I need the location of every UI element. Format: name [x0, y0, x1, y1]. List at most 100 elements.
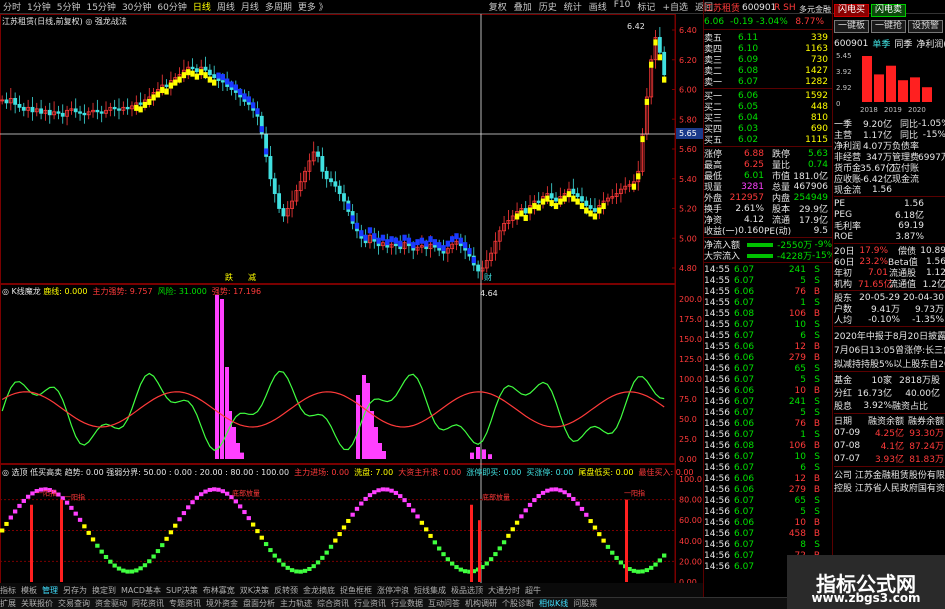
period-tab-0[interactable]: 分时: [3, 0, 21, 13]
indicator-tab-14[interactable]: 极品选顶: [451, 585, 483, 596]
period-tab-8[interactable]: 月线: [241, 0, 259, 13]
bottom-step-line: [263, 542, 269, 547]
indicator-tab-0[interactable]: 指标: [0, 585, 16, 596]
period-tab-1[interactable]: 1分钟: [27, 0, 51, 13]
trend-ribbon: [519, 210, 524, 217]
trade-button-3[interactable]: 一键抢: [871, 19, 907, 33]
finance-tab-1[interactable]: 同季: [894, 38, 912, 49]
bottom-tab-15[interactable]: 相似K线: [539, 598, 568, 609]
trade-button-1[interactable]: 闪电卖: [871, 3, 907, 17]
candle-body: [333, 181, 338, 187]
period-tab-5[interactable]: 60分钟: [157, 0, 186, 13]
indicator-tab-16[interactable]: 超牛: [525, 585, 541, 596]
bottom-tab-5[interactable]: 专题资讯: [169, 598, 201, 609]
indicator-tab-8[interactable]: 双K决策: [240, 585, 269, 596]
chart-canvas[interactable]: 6.40 6.20 6.00 5.80 5.60 5.40 5.20 5.00 4.80 6.42…: [0, 14, 703, 597]
ask-row-4[interactable]: 卖一 6.07 1282: [704, 76, 832, 88]
indicator-tab-13[interactable]: 短线集成: [414, 585, 446, 596]
indicator-tab-6[interactable]: SUP决策: [166, 585, 198, 596]
news-row-1[interactable]: 7月06日13:05曾涨停:长三角,多: [834, 342, 945, 356]
candle-body: [112, 106, 117, 110]
trade-button-0[interactable]: 闪电买: [834, 3, 870, 17]
bottom-step-line: [588, 519, 593, 524]
bottom-tab-10[interactable]: 行业资讯: [354, 598, 386, 609]
indicator-tab-9[interactable]: 反转颈: [274, 585, 298, 596]
trade-button-4[interactable]: 设预警: [908, 19, 944, 33]
period-tab-3[interactable]: 15分钟: [86, 0, 115, 13]
ask-row-0[interactable]: 卖五 6.11 339: [704, 32, 832, 44]
stock-code: 600901: [742, 2, 777, 13]
bottom-tab-3[interactable]: 资金驱动: [95, 598, 127, 609]
bottom-tab-4[interactable]: 同花资讯: [132, 598, 164, 609]
main-indicator-name[interactable]: ◎ 强龙战法: [85, 17, 127, 26]
bottom-tab-11[interactable]: 行业数据: [391, 598, 423, 609]
bottom-tab-1[interactable]: 关联报价: [21, 598, 53, 609]
bottom-tab-14[interactable]: 个股诊断: [502, 598, 534, 609]
indicator-tab-4[interactable]: 换定到: [92, 585, 116, 596]
finance-tab-2[interactable]: 净利润(亿): [916, 38, 945, 49]
bottom-tab-0[interactable]: 扩展: [0, 598, 16, 609]
flow-label: 大宗流入: [704, 252, 741, 261]
bottom-step-line: [579, 506, 585, 511]
bid-row-3[interactable]: 买四 6.03 690: [704, 123, 832, 135]
bid-row-1[interactable]: 买二 6.05 448: [704, 101, 832, 113]
toolbar-action-3[interactable]: 统计: [564, 0, 582, 13]
finance-tab-0[interactable]: 单季: [872, 38, 890, 49]
bid-row-4[interactable]: 买五 6.02 1115: [704, 134, 832, 146]
divider: [834, 326, 945, 327]
chart-area[interactable]: 6.40 6.20 6.00 5.80 5.60 5.40 5.20 5.00 4.80 6.42…: [0, 14, 703, 597]
candle-body: [212, 74, 217, 78]
toolbar-action-0[interactable]: 复权: [489, 0, 507, 13]
bottom-tab-6[interactable]: 境外资金: [206, 598, 238, 609]
bottom-tab-9[interactable]: 综合资讯: [317, 598, 349, 609]
toolbar-action-1[interactable]: 叠加: [514, 0, 532, 13]
price-change: -0.19: [730, 16, 754, 27]
bid-row-2[interactable]: 买三 6.04 810: [704, 112, 832, 124]
tick-row-8: 14:56 6.06 279 B: [704, 352, 832, 363]
ask-row-2[interactable]: 卖三 6.09 730: [704, 54, 832, 66]
indicator-tab-10[interactable]: 金龙摘底: [303, 585, 335, 596]
period-tab-2[interactable]: 5分钟: [57, 0, 81, 13]
indicator-tab-15[interactable]: 大通分时: [488, 585, 520, 596]
sector-link[interactable]: 多元金融: [799, 4, 831, 15]
period-tab-10[interactable]: 更多 》: [298, 0, 328, 13]
toolbar-action-2[interactable]: 历史: [539, 0, 557, 13]
perf-value: 1.2亿: [922, 280, 945, 289]
finance-label: 同比: [899, 131, 918, 140]
finance-value: -6.42亿: [860, 175, 893, 184]
stat-row-4: 外盘 212957 内盘 254949: [704, 192, 832, 204]
signal-label: 减: [248, 272, 256, 282]
indicator-tab-11[interactable]: 捉鱼框框: [340, 585, 372, 596]
tick-side: B: [813, 385, 820, 396]
indicator-tab-7[interactable]: 布林寡宽: [203, 585, 235, 596]
period-tab-4[interactable]: 30分钟: [122, 0, 151, 13]
indicator-tab-2[interactable]: 管理: [42, 585, 58, 596]
bottom-tab-16[interactable]: 问股票: [573, 598, 597, 609]
indicator-tab-3[interactable]: 另存为: [63, 585, 87, 596]
ask-row-1[interactable]: 卖四 6.10 1163: [704, 43, 832, 55]
bottom-panel-name[interactable]: ◎ 选顶 低买高卖 趋势: 0.00: [2, 468, 106, 477]
period-tab-6[interactable]: 日线: [193, 0, 211, 13]
trade-button-2[interactable]: 一键板: [834, 19, 870, 33]
bottom-step-line: [302, 568, 308, 573]
toolbar-action-7[interactable]: +自选: [662, 0, 688, 13]
ask-row-3[interactable]: 卖二 6.08 1427: [704, 65, 832, 77]
toolbar-action-4[interactable]: 画线: [589, 0, 607, 13]
period-tab-7[interactable]: 周线: [217, 0, 235, 13]
bottom-tab-7[interactable]: 盘面分析: [243, 598, 275, 609]
bottom-tab-13[interactable]: 机构调研: [465, 598, 497, 609]
toolbar-action-6[interactable]: 标记: [637, 0, 655, 13]
bottom-tab-2[interactable]: 交易查询: [58, 598, 90, 609]
news-row-2[interactable]: 拟减持持股5%以上股东自2020.: [834, 356, 945, 370]
bid-row-0[interactable]: 买一 6.06 1592: [704, 90, 832, 102]
indicator-tab-12[interactable]: 涨停冲浪: [377, 585, 409, 596]
bottom-tab-8[interactable]: 主力轨迹: [280, 598, 312, 609]
kdj-panel-name[interactable]: ◎ K线魔龙: [2, 287, 43, 296]
bottom-tab-12[interactable]: 互动问答: [428, 598, 460, 609]
indicator-tab-1[interactable]: 模板: [21, 585, 37, 596]
period-tab-9[interactable]: 多周期: [265, 0, 292, 13]
toolbar-action-5[interactable]: F10: [614, 0, 631, 13]
news-row-0[interactable]: 2020年中报于8月20日披露: [834, 328, 945, 342]
candle-body: [476, 264, 481, 272]
indicator-tab-5[interactable]: MACD基本: [121, 585, 161, 596]
